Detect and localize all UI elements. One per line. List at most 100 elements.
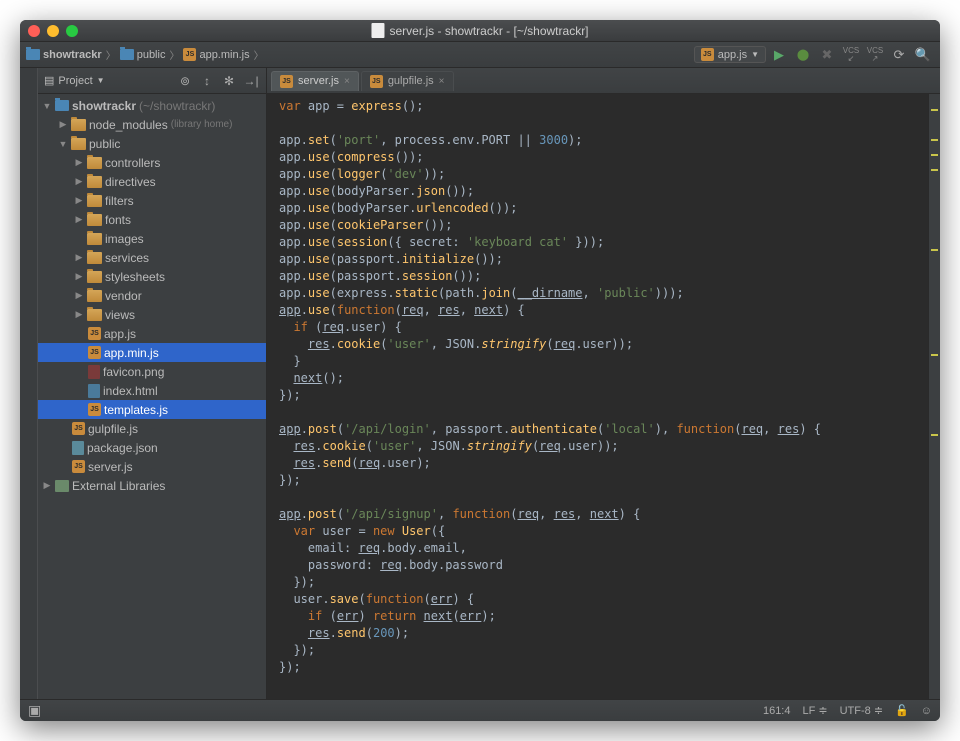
tool-windows-toggle[interactable]: ▣: [28, 702, 41, 719]
folder-icon: [26, 49, 40, 60]
folder-icon: [71, 138, 86, 150]
tree-file-templates-js[interactable]: templates.js: [38, 400, 266, 419]
tree-file-index-html[interactable]: index.html: [38, 381, 266, 400]
expand-arrow-icon[interactable]: [74, 271, 84, 282]
chevron-right-icon: 〉: [169, 47, 179, 62]
close-window-button[interactable]: [28, 25, 40, 37]
breadcrumb-project[interactable]: showtrackr: [26, 49, 102, 61]
project-icon: ▤: [44, 74, 54, 87]
expand-arrow-icon[interactable]: [74, 157, 84, 168]
js-file-icon: [72, 422, 85, 435]
tree-label: controllers: [105, 156, 160, 170]
tree-folder[interactable]: controllers: [38, 153, 266, 172]
tree-label: directives: [105, 175, 156, 189]
settings-button[interactable]: ⟳: [888, 44, 910, 66]
editor-area: server.js × gulpfile.js × var app = expr…: [267, 68, 940, 699]
ide-window: server.js - showtrackr - [~/showtrackr] …: [20, 20, 940, 721]
cursor-position[interactable]: 161:4: [763, 705, 791, 717]
tree-folder[interactable]: stylesheets: [38, 267, 266, 286]
status-bar: ▣ 161:4 LF ≑ UTF-8 ≑ 🔓 ☺: [20, 699, 940, 721]
tree-folder[interactable]: filters: [38, 191, 266, 210]
tree-folder-node-modules[interactable]: node_modules (library home): [38, 115, 266, 134]
folder-icon: [87, 252, 102, 264]
tree-label: images: [105, 232, 144, 246]
run-configuration-selector[interactable]: app.js ▼: [694, 46, 766, 63]
line-separator-selector[interactable]: LF ≑: [802, 704, 827, 717]
editor-tabs: server.js × gulpfile.js ×: [267, 68, 940, 94]
tree-label: vendor: [105, 289, 142, 303]
project-sidebar: ▤ Project ▼ ⊚ ↕ ✻ →| showtrackr (~/showt…: [20, 68, 267, 699]
read-only-toggle[interactable]: 🔓: [895, 704, 909, 717]
error-stripe[interactable]: [928, 94, 940, 699]
folder-icon: [87, 290, 102, 302]
collapse-all-button[interactable]: ↕: [198, 72, 216, 90]
image-file-icon: [88, 365, 100, 379]
vcs-update-button[interactable]: VCS↙: [840, 44, 862, 66]
tree-folder[interactable]: views: [38, 305, 266, 324]
folder-icon: [87, 176, 102, 188]
html-file-icon: [88, 384, 100, 398]
expand-arrow-icon[interactable]: [58, 139, 68, 149]
folder-icon: [120, 49, 134, 60]
close-tab-button[interactable]: ×: [439, 76, 445, 87]
js-file-icon: [701, 48, 714, 61]
tree-folder[interactable]: fonts: [38, 210, 266, 229]
expand-arrow-icon[interactable]: [74, 195, 84, 206]
folder-icon: [87, 195, 102, 207]
breadcrumb-folder[interactable]: public: [120, 49, 166, 61]
tab-gulpfile-js[interactable]: gulpfile.js ×: [361, 71, 454, 91]
chevron-right-icon: 〉: [254, 47, 264, 62]
tree-folder-public[interactable]: public: [38, 134, 266, 153]
expand-arrow-icon[interactable]: [42, 101, 52, 111]
code-content[interactable]: var app = express(); app.set('port', pro…: [267, 94, 928, 699]
tree-file-app-min-js[interactable]: app.min.js: [38, 343, 266, 362]
main-area: ▤ Project ▼ ⊚ ↕ ✻ →| showtrackr (~/showt…: [20, 68, 940, 699]
tree-folder[interactable]: vendor: [38, 286, 266, 305]
tree-root[interactable]: showtrackr (~/showtrackr): [38, 96, 266, 115]
project-folder-icon: [55, 100, 69, 111]
tree-folder[interactable]: services: [38, 248, 266, 267]
scroll-from-source-button[interactable]: ⊚: [176, 72, 194, 90]
tree-folder[interactable]: directives: [38, 172, 266, 191]
tree-external-libraries[interactable]: External Libraries: [38, 476, 266, 495]
tree-file-app-js[interactable]: app.js: [38, 324, 266, 343]
breadcrumb-file[interactable]: app.min.js: [183, 48, 249, 61]
folder-icon: [87, 309, 102, 321]
settings-gear-icon[interactable]: ✻: [220, 72, 238, 90]
debug-button[interactable]: [792, 44, 814, 66]
tree-file-gulpfile[interactable]: gulpfile.js: [38, 419, 266, 438]
tab-server-js[interactable]: server.js ×: [271, 71, 359, 91]
project-panel-header: ▤ Project ▼ ⊚ ↕ ✻ →|: [38, 68, 266, 94]
inspections-icon[interactable]: ☺: [921, 705, 932, 717]
tree-file-server-js[interactable]: server.js: [38, 457, 266, 476]
run-button[interactable]: [768, 44, 790, 66]
tool-window-bar[interactable]: [20, 68, 38, 699]
zoom-window-button[interactable]: [66, 25, 78, 37]
tree-file-favicon[interactable]: favicon.png: [38, 362, 266, 381]
js-file-icon: [280, 75, 293, 88]
close-tab-button[interactable]: ×: [344, 76, 350, 87]
tree-label: fonts: [105, 213, 131, 227]
tree-file-package-json[interactable]: package.json: [38, 438, 266, 457]
folder-icon: [87, 233, 102, 245]
expand-arrow-icon[interactable]: [58, 119, 68, 130]
encoding-selector[interactable]: UTF-8 ≑: [840, 704, 883, 717]
search-button[interactable]: 🔍: [912, 44, 934, 66]
window-title-text: server.js - showtrackr - [~/showtrackr]: [389, 24, 588, 38]
project-tree: showtrackr (~/showtrackr) node_modules (…: [38, 94, 266, 495]
expand-arrow-icon[interactable]: [74, 309, 84, 320]
tree-folder[interactable]: images: [38, 229, 266, 248]
expand-arrow-icon[interactable]: [74, 252, 84, 263]
expand-arrow-icon[interactable]: [42, 480, 52, 491]
breadcrumb: showtrackr 〉 public 〉 app.min.js 〉: [26, 47, 264, 62]
minimize-window-button[interactable]: [47, 25, 59, 37]
expand-arrow-icon[interactable]: [74, 176, 84, 187]
expand-arrow-icon[interactable]: [74, 214, 84, 225]
code-editor[interactable]: var app = express(); app.set('port', pro…: [267, 94, 940, 699]
hide-panel-button[interactable]: →|: [242, 72, 260, 90]
project-panel-title[interactable]: ▤ Project ▼: [44, 74, 172, 87]
expand-arrow-icon[interactable]: [74, 290, 84, 301]
stop-button[interactable]: [816, 44, 838, 66]
vcs-commit-button[interactable]: VCS↗: [864, 44, 886, 66]
window-title: server.js - showtrackr - [~/showtrackr]: [371, 23, 588, 38]
